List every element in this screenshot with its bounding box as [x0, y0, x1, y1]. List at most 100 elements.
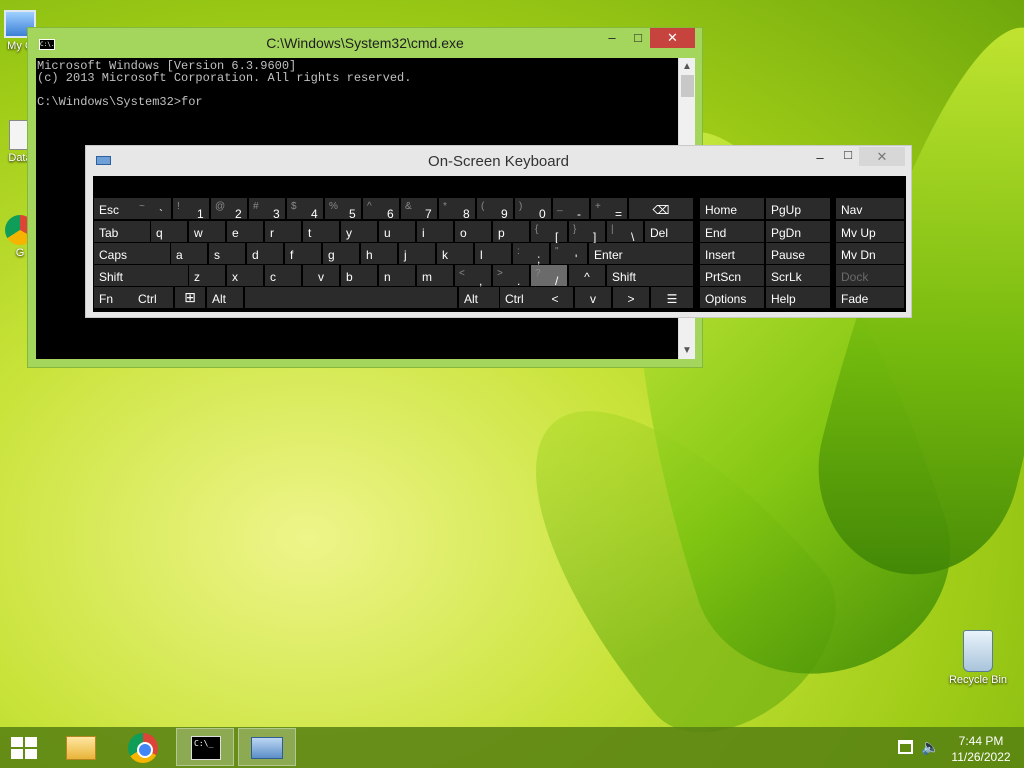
- key-r[interactable]: r: [265, 221, 301, 242]
- key-2[interactable]: @2: [211, 198, 247, 221]
- key-prtscn[interactable]: PrtScn: [700, 265, 764, 286]
- key-mv-dn[interactable]: Mv Dn: [836, 243, 904, 264]
- key-pause[interactable]: Pause: [766, 243, 830, 264]
- volume-icon[interactable]: 🔈: [921, 738, 940, 756]
- key-win[interactable]: ⊞: [175, 287, 205, 308]
- key-4[interactable]: $4: [287, 198, 323, 221]
- key-c[interactable]: c: [265, 265, 301, 286]
- minimize-button[interactable]: –: [601, 28, 623, 48]
- key-x[interactable]: x: [227, 265, 263, 286]
- key-z[interactable]: z: [189, 265, 225, 286]
- key-a[interactable]: a: [171, 243, 207, 264]
- scroll-up-icon[interactable]: ▲: [679, 58, 695, 75]
- key-symbol[interactable]: ^: [569, 265, 605, 286]
- key-nav[interactable]: Nav: [836, 198, 904, 219]
- key-symbol[interactable]: ⌫: [629, 198, 693, 219]
- key-f[interactable]: f: [285, 243, 321, 264]
- maximize-button[interactable]: □: [627, 28, 649, 48]
- key-scrlk[interactable]: ScrLk: [766, 265, 830, 286]
- key-w[interactable]: w: [189, 221, 225, 242]
- key-t[interactable]: t: [303, 221, 339, 242]
- key-symbol[interactable]: ~ `: [135, 198, 171, 221]
- key-symbol[interactable]: <: [537, 287, 573, 308]
- close-button[interactable]: ✕: [650, 28, 695, 48]
- key-d[interactable]: d: [247, 243, 283, 264]
- key-dock[interactable]: Dock: [836, 265, 904, 286]
- key-o[interactable]: o: [455, 221, 491, 242]
- close-button[interactable]: ✕: [859, 147, 905, 166]
- maximize-button[interactable]: □: [837, 145, 859, 165]
- scroll-thumb[interactable]: [681, 75, 694, 97]
- osk-window[interactable]: On-Screen Keyboard – □ ✕ Esc ~ `! 1 @2 #3 $4% 5…: [85, 145, 912, 318]
- key-6[interactable]: ^ 6: [363, 198, 399, 221]
- key-ctrl[interactable]: Ctrl: [500, 287, 538, 308]
- key-symbol[interactable]: <,: [455, 265, 491, 288]
- key-i[interactable]: i: [417, 221, 453, 242]
- key-symbol[interactable]: ☰: [651, 287, 693, 308]
- key-v[interactable]: v: [303, 265, 339, 286]
- key-pgdn[interactable]: PgDn: [766, 221, 830, 242]
- key-home[interactable]: Home: [700, 198, 764, 219]
- key-symbol[interactable]: >: [613, 287, 649, 308]
- key-enter[interactable]: Enter: [589, 243, 693, 264]
- key-help[interactable]: Help: [766, 287, 830, 308]
- key-p[interactable]: p: [493, 221, 529, 242]
- key-3[interactable]: #3: [249, 198, 285, 221]
- key-symbol[interactable]: | \: [607, 221, 643, 244]
- key-v[interactable]: v: [575, 287, 611, 308]
- key-7[interactable]: & 7: [401, 198, 437, 221]
- desktop-icon-recycle-bin[interactable]: Recycle Bin: [940, 630, 1016, 686]
- key-symbol[interactable]: ? /: [531, 265, 567, 288]
- key-ctrl[interactable]: Ctrl: [133, 287, 173, 308]
- key-mv-up[interactable]: Mv Up: [836, 221, 904, 242]
- key-end[interactable]: End: [700, 221, 764, 242]
- key-tab[interactable]: Tab: [94, 221, 150, 242]
- key-l[interactable]: l: [475, 243, 511, 264]
- minimize-button[interactable]: –: [809, 148, 831, 168]
- key-del[interactable]: Del: [645, 221, 693, 242]
- key-j[interactable]: j: [399, 243, 435, 264]
- key-alt[interactable]: Alt: [459, 287, 499, 308]
- key-e[interactable]: e: [227, 221, 263, 242]
- key-g[interactable]: g: [323, 243, 359, 264]
- key-s[interactable]: s: [209, 243, 245, 264]
- key-k[interactable]: k: [437, 243, 473, 264]
- key-options[interactable]: Options: [700, 287, 764, 308]
- scroll-down-icon[interactable]: ▼: [679, 342, 695, 359]
- key-8[interactable]: * 8: [439, 198, 475, 221]
- key-u[interactable]: u: [379, 221, 415, 242]
- key-h[interactable]: h: [361, 243, 397, 264]
- taskbar-osk[interactable]: [238, 728, 296, 766]
- key-y[interactable]: y: [341, 221, 377, 242]
- key-fn[interactable]: Fn: [94, 287, 138, 308]
- key-m[interactable]: m: [417, 265, 453, 286]
- key-fade[interactable]: Fade: [836, 287, 904, 308]
- key-symbol[interactable]: + =: [591, 198, 627, 221]
- key-5[interactable]: % 5: [325, 198, 361, 221]
- key-space[interactable]: [245, 287, 457, 308]
- taskbar-chrome[interactable]: [114, 728, 172, 766]
- key-symbol[interactable]: }]: [569, 221, 605, 244]
- key-n[interactable]: n: [379, 265, 415, 286]
- key-symbol[interactable]: _ -: [553, 198, 589, 221]
- key-symbol[interactable]: :;: [513, 243, 549, 266]
- key-q[interactable]: q: [151, 221, 187, 242]
- key-b[interactable]: b: [341, 265, 377, 286]
- taskbar-cmd[interactable]: C:\_: [176, 728, 234, 766]
- key-shift[interactable]: Shift: [607, 265, 693, 286]
- key-shift[interactable]: Shift: [94, 265, 188, 286]
- key-alt[interactable]: Alt: [207, 287, 243, 308]
- key-1[interactable]: ! 1: [173, 198, 209, 221]
- network-icon[interactable]: [898, 740, 913, 754]
- key-caps[interactable]: Caps: [94, 243, 170, 264]
- clock[interactable]: 7:44 PM 11/26/2022: [944, 733, 1018, 765]
- taskbar-file-explorer[interactable]: [52, 728, 110, 766]
- cmd-titlebar[interactable]: C:\. C:\Windows\System32\cmd.exe – □ ✕: [28, 28, 702, 58]
- key-pgup[interactable]: PgUp: [766, 198, 830, 219]
- key-symbol[interactable]: >.: [493, 265, 529, 288]
- key-symbol[interactable]: " ': [551, 243, 587, 266]
- start-button[interactable]: [0, 728, 48, 766]
- key-symbol[interactable]: {[: [531, 221, 567, 244]
- key-9[interactable]: (9: [477, 198, 513, 221]
- key-insert[interactable]: Insert: [700, 243, 764, 264]
